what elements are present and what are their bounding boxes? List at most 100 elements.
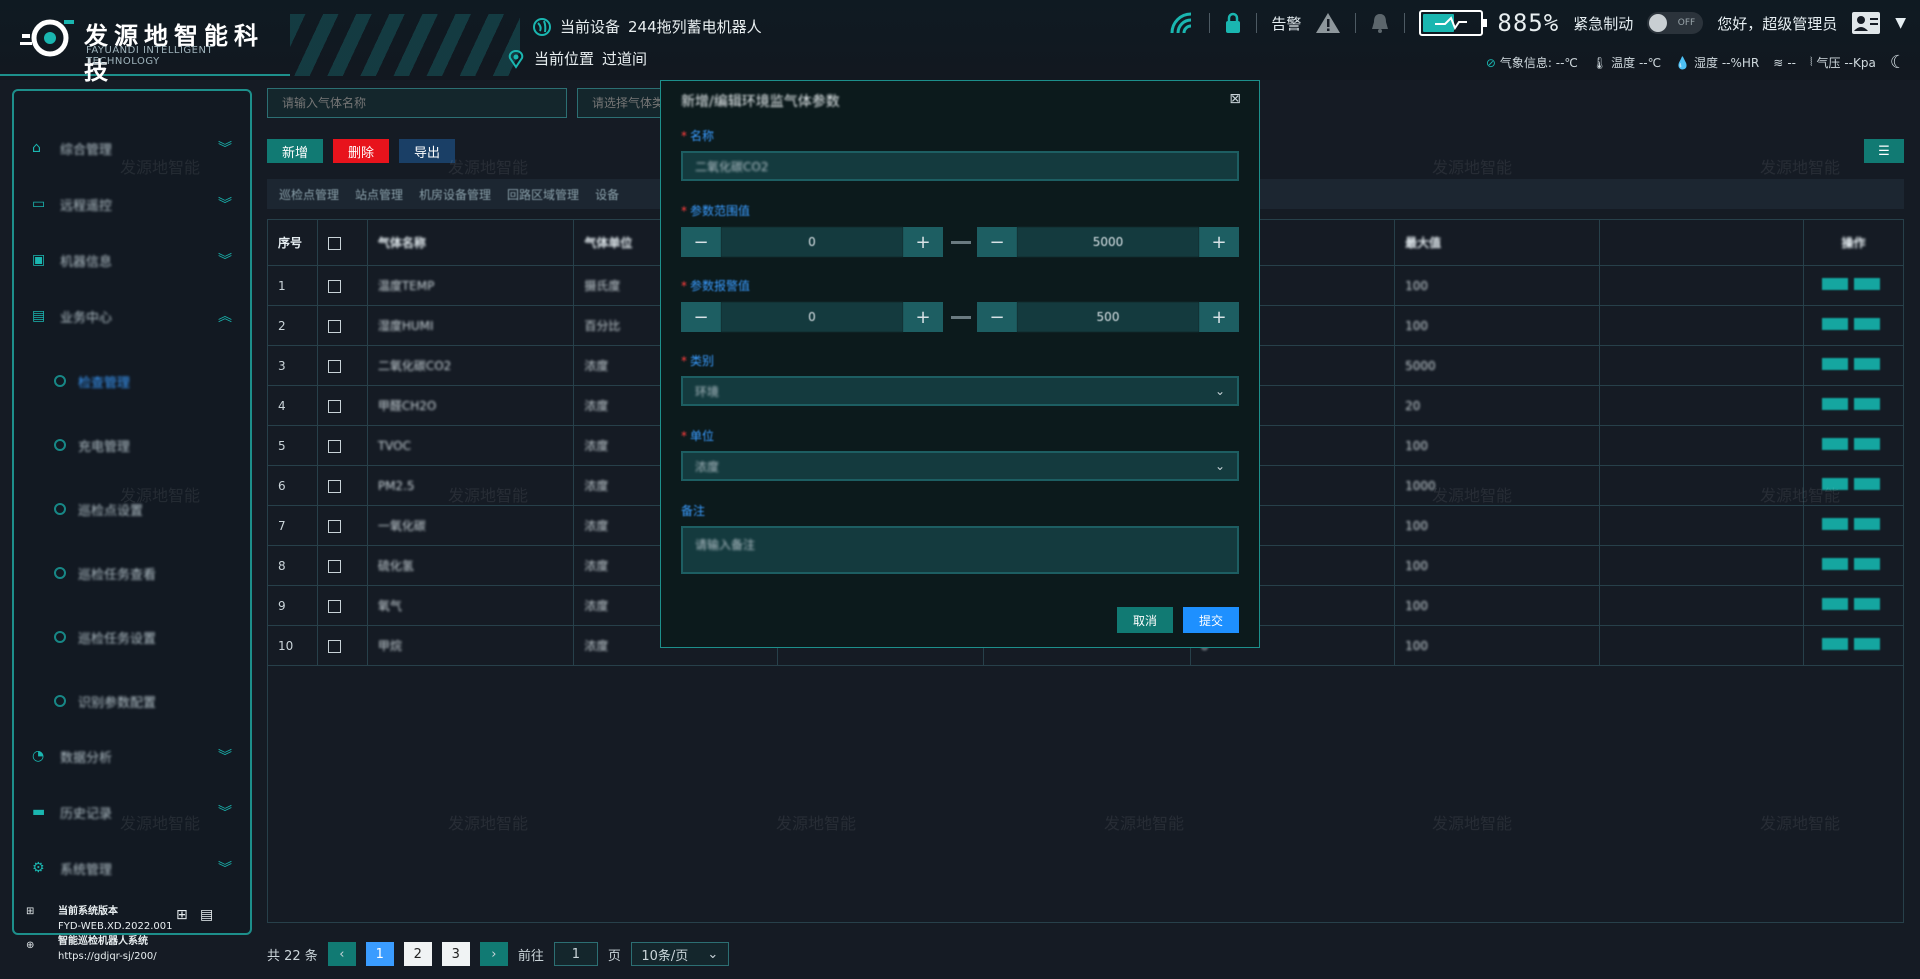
decrement-icon[interactable]: −: [977, 302, 1017, 332]
user-menu-dropdown[interactable]: ▼: [1895, 15, 1906, 31]
alarm-min-stepper[interactable]: − 0 +: [681, 302, 943, 332]
close-icon[interactable]: ⊠: [1229, 91, 1241, 107]
delete-row-button[interactable]: [1853, 358, 1880, 370]
sidebar-item-robot-info[interactable]: ▣ 机器信息 ︾: [32, 245, 232, 275]
tab-devices[interactable]: 设备: [595, 186, 619, 203]
export-button[interactable]: 导出: [399, 139, 455, 163]
document-icon[interactable]: ▤: [200, 908, 213, 923]
type-select[interactable]: 环境 ⌄: [681, 376, 1239, 406]
edit-button[interactable]: [1821, 598, 1848, 610]
row-checkbox[interactable]: [327, 559, 341, 573]
prev-page-button[interactable]: ‹: [327, 942, 356, 966]
page-1-button[interactable]: 1: [365, 942, 394, 966]
wifi-icon[interactable]: [1169, 11, 1195, 35]
row-checkbox[interactable]: [327, 279, 341, 293]
edit-button[interactable]: [1821, 478, 1848, 490]
delete-row-button[interactable]: [1853, 438, 1880, 450]
warning-icon[interactable]: [1315, 11, 1341, 35]
sidebar-item-overview[interactable]: ⌂ 综合管理 ︾: [32, 133, 232, 163]
row-checkbox[interactable]: [327, 359, 341, 373]
edit-button[interactable]: [1821, 398, 1848, 410]
row-select[interactable]: [316, 585, 368, 626]
page-2-button[interactable]: 2: [403, 942, 432, 966]
sidebar-item-remote[interactable]: ▭ 远程遥控 ︾: [32, 189, 232, 219]
remark-textarea[interactable]: 请输入备注: [681, 526, 1239, 574]
delete-button[interactable]: 删除: [333, 139, 389, 163]
row-checkbox[interactable]: [327, 519, 341, 533]
gas-type-select[interactable]: [577, 88, 667, 118]
row-select[interactable]: [316, 425, 368, 466]
sidebar-subitem-task-setup[interactable]: 巡检任务设置: [54, 625, 156, 649]
select-all-checkbox[interactable]: [327, 236, 341, 250]
unit-select[interactable]: 浓度 ⌄: [681, 451, 1239, 481]
increment-icon[interactable]: +: [1199, 227, 1239, 257]
delete-row-button[interactable]: [1853, 478, 1880, 490]
lock-icon[interactable]: [1224, 12, 1242, 34]
range-min-stepper[interactable]: − 0 +: [681, 227, 943, 257]
row-select[interactable]: [316, 545, 368, 586]
sidebar-subitem-task-view[interactable]: 巡检任务查看: [54, 561, 156, 585]
row-select[interactable]: [316, 465, 368, 506]
goto-page-input[interactable]: 1: [553, 942, 598, 966]
delete-row-button[interactable]: [1853, 598, 1880, 610]
emergency-stop-toggle[interactable]: OFF: [1647, 12, 1704, 34]
row-checkbox[interactable]: [327, 439, 341, 453]
column-toggle-icon[interactable]: ☰: [1864, 139, 1904, 163]
delete-row-button[interactable]: [1853, 278, 1880, 290]
gas-name-search-input[interactable]: [267, 88, 567, 118]
row-select[interactable]: [316, 625, 368, 666]
tab-room-equipment[interactable]: 机房设备管理: [419, 186, 491, 203]
row-checkbox[interactable]: [327, 319, 341, 333]
sidebar-item-business[interactable]: ▤ 业务中心 ︽: [32, 301, 232, 331]
submit-button[interactable]: 提交: [1183, 607, 1239, 633]
tab-sites[interactable]: 站点管理: [355, 186, 403, 203]
decrement-icon[interactable]: −: [681, 302, 721, 332]
edit-button[interactable]: [1821, 278, 1848, 290]
sidebar-subitem-points[interactable]: 巡检点设置: [54, 497, 143, 521]
row-select[interactable]: [316, 505, 368, 546]
page-size-select[interactable]: 10条/页 ⌄: [630, 942, 729, 966]
edit-button[interactable]: [1821, 438, 1848, 450]
increment-icon[interactable]: +: [1199, 302, 1239, 332]
decrement-icon[interactable]: −: [977, 227, 1017, 257]
delete-row-button[interactable]: [1853, 398, 1880, 410]
edit-button[interactable]: [1821, 358, 1848, 370]
row-checkbox[interactable]: [327, 599, 341, 613]
row-select[interactable]: [316, 385, 368, 426]
row-checkbox[interactable]: [327, 479, 341, 493]
name-input[interactable]: 二氧化碳CO2: [681, 151, 1239, 181]
delete-row-button[interactable]: [1853, 318, 1880, 330]
page-3-button[interactable]: 3: [441, 942, 470, 966]
user-card-icon[interactable]: [1851, 11, 1881, 35]
sidebar-subitem-params[interactable]: 识别参数配置: [54, 689, 156, 713]
sidebar-subitem-inspection[interactable]: 检查管理: [54, 369, 130, 393]
sidebar-item-analysis[interactable]: ◔ 数据分析 ︾: [32, 741, 232, 771]
row-checkbox[interactable]: [327, 639, 341, 653]
tab-circuit-areas[interactable]: 回路区域管理: [507, 186, 579, 203]
sidebar-item-history[interactable]: ▬ 历史记录 ︾: [32, 797, 232, 827]
decrement-icon[interactable]: −: [681, 227, 721, 257]
edit-button[interactable]: [1821, 558, 1848, 570]
header-select-all[interactable]: [316, 219, 368, 266]
delete-row-button[interactable]: [1853, 558, 1880, 570]
edit-button[interactable]: [1821, 518, 1848, 530]
delete-row-button[interactable]: [1853, 638, 1880, 650]
row-select[interactable]: [316, 265, 368, 306]
add-button[interactable]: 新增: [267, 139, 323, 163]
edit-button[interactable]: [1821, 318, 1848, 330]
row-select[interactable]: [316, 345, 368, 386]
increment-icon[interactable]: +: [903, 227, 943, 257]
tab-inspection-points[interactable]: 巡检点管理: [279, 186, 339, 203]
moon-icon[interactable]: ☾: [1890, 52, 1906, 73]
row-checkbox[interactable]: [327, 399, 341, 413]
increment-icon[interactable]: +: [903, 302, 943, 332]
edit-button[interactable]: [1821, 638, 1848, 650]
bell-icon[interactable]: [1370, 12, 1390, 34]
next-page-button[interactable]: ›: [479, 942, 508, 966]
sidebar-item-system[interactable]: ⚙ 系统管理 ︾: [32, 853, 232, 883]
cancel-button[interactable]: 取消: [1117, 607, 1173, 633]
system-url[interactable]: https://gdjqr-sj/200/: [58, 949, 172, 964]
row-select[interactable]: [316, 305, 368, 346]
range-max-stepper[interactable]: − 5000 +: [977, 227, 1239, 257]
delete-row-button[interactable]: [1853, 518, 1880, 530]
